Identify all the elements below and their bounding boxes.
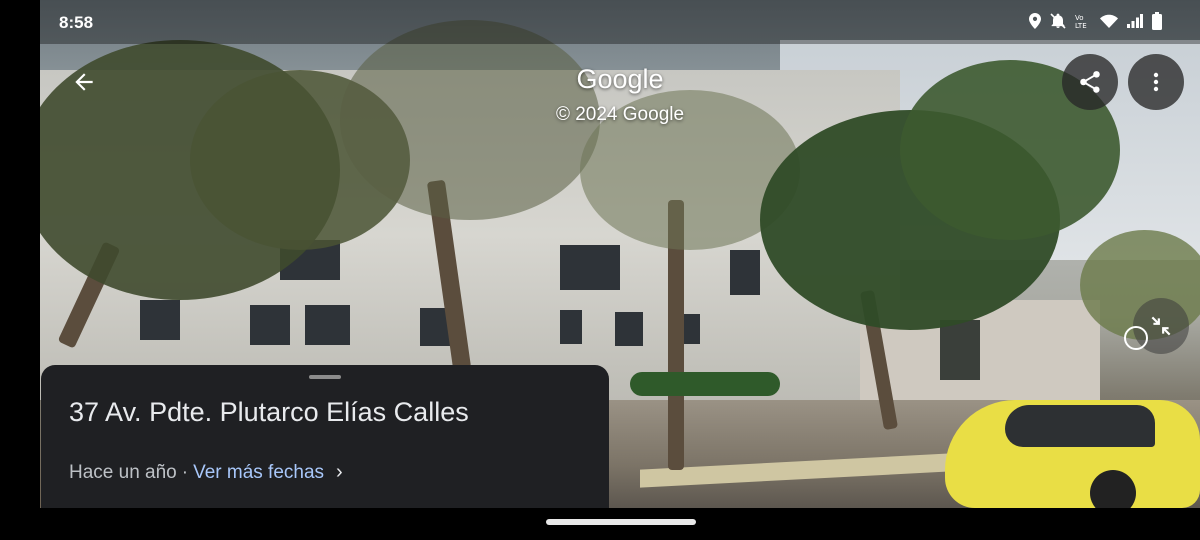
status-time: 8:58 <box>59 13 94 32</box>
signal-icon <box>1127 14 1143 32</box>
wifi-icon <box>1100 14 1118 32</box>
status-bar: 8:58 Vo LTE <box>40 0 1200 44</box>
building-window <box>560 310 582 344</box>
date-row: Hace un año · Ver más fechas › <box>69 461 343 484</box>
svg-text:Vo: Vo <box>1075 14 1084 22</box>
building-window <box>250 305 290 345</box>
capture-date: Hace un año <box>69 461 177 483</box>
status-icons: Vo LTE <box>1029 12 1162 34</box>
more-dates-link[interactable]: Ver más fechas <box>193 462 324 484</box>
collapse-arrows-icon <box>1151 316 1171 336</box>
building-window <box>940 320 980 380</box>
drag-handle[interactable] <box>309 375 341 379</box>
viewer-title: Google <box>576 64 664 94</box>
address-title: 37 Av. Pdte. Plutarco Elías Calles <box>69 397 469 427</box>
share-button[interactable] <box>1062 54 1118 110</box>
car-wheel <box>1090 470 1136 508</box>
location-icon <box>1029 13 1041 33</box>
battery-icon <box>1152 12 1162 34</box>
separator-dot: · <box>181 461 189 483</box>
more-options-button[interactable] <box>1128 54 1184 110</box>
location-info-card[interactable]: 37 Av. Pdte. Plutarco Elías Calles Hace … <box>41 365 609 508</box>
hedge <box>630 372 780 396</box>
building-window <box>615 312 643 346</box>
share-icon <box>1080 71 1100 93</box>
building-window <box>730 250 760 295</box>
chevron-right-icon[interactable]: › <box>336 461 343 484</box>
copyright-text: © 2024 Google <box>555 104 685 125</box>
svg-text:LTE: LTE <box>1075 22 1087 29</box>
bell-off-icon <box>1050 13 1066 33</box>
compass-icon <box>1124 326 1148 350</box>
building-window <box>140 300 180 340</box>
building-window <box>560 245 620 290</box>
more-vert-icon <box>1153 72 1159 92</box>
car-window <box>1005 405 1155 447</box>
home-gesture-pill[interactable] <box>546 519 696 525</box>
volte-icon: Vo LTE <box>1075 13 1091 33</box>
building-window <box>305 305 350 345</box>
